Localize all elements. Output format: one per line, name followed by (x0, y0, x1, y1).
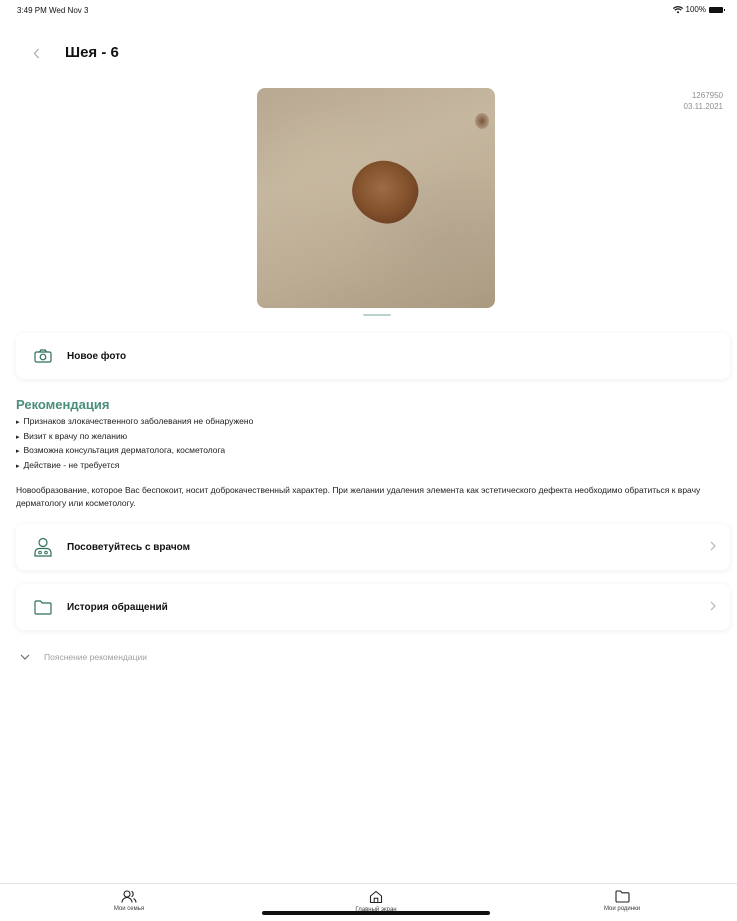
status-bar: 3:49 PM Wed Nov 3 100% (0, 0, 737, 22)
status-time: 3:49 PM Wed Nov 3 (17, 6, 89, 15)
chevron-down-icon (20, 654, 30, 660)
tab-family-label: Мои семья (113, 906, 145, 912)
tab-home[interactable]: Главный экран (331, 890, 421, 913)
consult-doctor-label: Посоветуйтесь с врачом (67, 541, 191, 553)
wifi-icon (672, 5, 683, 13)
new-photo-label: Новое фото (67, 350, 127, 362)
new-photo-button[interactable]: Новое фото (16, 333, 730, 379)
photo-meta: 1267950 03.11.2021 (684, 90, 723, 112)
folder-icon (614, 890, 630, 903)
tab-moles[interactable]: Мои родинки (577, 890, 667, 912)
photo-page-indicator (363, 314, 391, 316)
status-indicators: 100% (672, 5, 725, 14)
history-label: История обращений (67, 601, 168, 613)
explanation-toggle[interactable]: Пояснение рекомендации (20, 652, 147, 662)
recommendation-item: Возможна консультация дерматолога, косме… (16, 444, 253, 459)
mole-image (346, 154, 424, 230)
photo-id: 1267950 (691, 91, 723, 100)
chevron-left-icon (33, 48, 39, 58)
recommendation-title: Рекомендация (16, 397, 110, 412)
recommendation-list: Признаков злокачественного заболевания н… (16, 415, 254, 474)
folder-icon (31, 599, 55, 615)
tab-bar: Мои семья Главный экран Мои родинки (0, 883, 737, 921)
tab-moles-label: Мои родинки (603, 906, 641, 912)
photo-date: 03.11.2021 (683, 102, 723, 111)
camera-icon (31, 349, 55, 363)
recommendation-item: Признаков злокачественного заболевания н… (16, 415, 254, 430)
recommendation-item: Визит к врачу по желанию (16, 430, 253, 445)
skin-spot (475, 113, 489, 129)
battery-percent: 100% (685, 5, 706, 14)
explanation-label: Пояснение рекомендации (44, 652, 147, 662)
home-icon (369, 890, 383, 904)
recommendation-text: Новообразование, которое Вас беспокоит, … (16, 485, 701, 508)
back-button[interactable] (28, 43, 44, 63)
consult-doctor-button[interactable]: Посоветуйтесь с врачом (16, 524, 730, 570)
doctor-icon (31, 537, 55, 557)
recommendation-item: Действие - не требуется (16, 459, 253, 474)
page-title: Шея - 6 (65, 44, 119, 61)
mole-photo[interactable] (257, 88, 495, 308)
chevron-right-icon (710, 540, 716, 554)
people-icon (121, 890, 137, 903)
battery-icon (709, 6, 725, 13)
home-indicator (262, 911, 490, 915)
chevron-right-icon (710, 600, 716, 614)
history-button[interactable]: История обращений (16, 584, 730, 630)
tab-family[interactable]: Мои семья (84, 890, 174, 912)
